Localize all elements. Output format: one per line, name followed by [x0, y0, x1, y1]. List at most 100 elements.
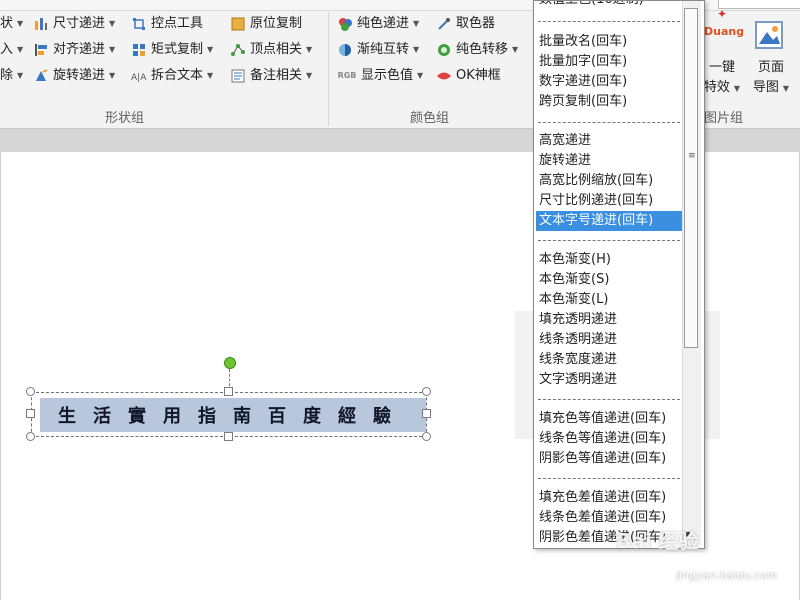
menu-item-gradient-s[interactable]: 本色渐变(S)	[536, 270, 687, 290]
dropdown-arrow-icon: ▼	[207, 71, 214, 80]
size-icon	[33, 16, 49, 32]
menu-item-batch-add-text[interactable]: 批量加字(回车)	[536, 52, 687, 72]
align-icon	[33, 42, 49, 58]
one-click-effects-button[interactable]: 一键 特效 ▼	[700, 58, 744, 99]
ribbon-item-label: 显示色值	[361, 68, 414, 83]
page-image-label-line2: 导图	[752, 80, 779, 95]
ribbon-item-label: 入	[0, 42, 14, 57]
resize-handle-bottom[interactable]	[224, 432, 233, 441]
matrix-copy-button[interactable]: 矩式复制 ▼	[131, 39, 213, 61]
menu-item-gradient-h[interactable]: 本色渐变(H)	[536, 250, 687, 270]
menu-item-line-transparency[interactable]: 线条透明递进	[536, 330, 687, 350]
menu-item-cross-page-copy[interactable]: 跨页复制(回车)	[536, 92, 687, 112]
split-text-button[interactable]: A|A 拆合文本 ▼	[131, 65, 213, 87]
menu-item-size-step[interactable]: 高宽递进	[536, 131, 687, 151]
menu-item-rotate-step[interactable]: 旋转递进	[536, 151, 687, 171]
menu-item-font-size-step[interactable]: 文本字号递进(回车)	[536, 211, 687, 231]
dropdown-arrow-icon: ▼	[306, 71, 313, 80]
dropdown-arrow-icon: ▼	[17, 19, 24, 28]
ribbon-item-label: 原位复制	[250, 16, 303, 31]
ribbon-item-label: 对齐递进	[53, 42, 106, 57]
resize-handle-bottom-left[interactable]	[26, 432, 35, 441]
dropdown-arrow-icon: ▼	[109, 71, 116, 80]
ribbon-item-cut-2[interactable]: 入 ▼	[0, 39, 23, 61]
menu-item-fill-transparency[interactable]: 填充透明递进	[536, 310, 687, 330]
color-transfer-button[interactable]: 纯色转移 ▼	[436, 39, 518, 61]
menu-item-text-transparency[interactable]: 文字透明递进	[536, 370, 687, 390]
ribbon-item-label: 渐纯互转	[357, 42, 410, 57]
copy-in-place-icon	[230, 16, 246, 32]
menu-item-number-step[interactable]: 数字递进(回车)	[536, 72, 687, 92]
dropdown-arrow-icon: ▼	[413, 45, 420, 54]
menu-item-ratio-scale[interactable]: 高宽比例缩放(回车)	[536, 171, 687, 191]
ok-frame-button[interactable]: OK神框	[436, 65, 501, 87]
dropdown-arrow-icon: ▼	[306, 45, 313, 54]
dropdown-arrow-icon: ▼	[782, 84, 790, 93]
svg-text:A|A: A|A	[131, 73, 147, 83]
page-image-icon	[752, 20, 788, 54]
watermark-logo: Bai 经验	[616, 529, 699, 553]
menu-scrollbar-thumb[interactable]	[684, 8, 698, 348]
resize-handle-top-left[interactable]	[26, 387, 35, 396]
gradient-icon	[337, 42, 353, 58]
rgb-icon: RGB	[337, 71, 357, 80]
resize-handle-left[interactable]	[26, 409, 35, 418]
selection-border	[31, 392, 427, 437]
notes-button[interactable]: 备注相关 ▼	[230, 65, 312, 87]
rotate-step-button[interactable]: 旋转递进 ▼	[33, 65, 115, 87]
menu-separator	[538, 240, 680, 241]
menu-item-batch-rename[interactable]: 批量改名(回车)	[536, 32, 687, 52]
ok-frame-icon	[436, 68, 452, 84]
dropdown-arrow-icon: ▼	[109, 19, 116, 28]
dropdown-arrow-icon: ▼	[207, 45, 214, 54]
resize-handle-top[interactable]	[224, 387, 233, 396]
notes-icon	[230, 68, 246, 84]
resize-handle-top-right[interactable]	[422, 387, 431, 396]
resize-handle-right[interactable]	[422, 409, 431, 418]
menu-item-shadow-equal-step[interactable]: 阴影色等值递进(回车)	[536, 449, 687, 469]
menu-item-line-equal-step[interactable]: 线条色等值递进(回车)	[536, 429, 687, 449]
scroll-grip-icon: ≡	[688, 151, 696, 161]
gradient-convert-button[interactable]: 渐纯互转 ▼	[337, 39, 419, 61]
ribbon-item-label: 纯色转移	[456, 42, 509, 57]
menu-separator	[538, 122, 680, 123]
menu-item-size-ratio-step[interactable]: 尺寸比例递进(回车)	[536, 191, 687, 211]
menu-item-gradient-l[interactable]: 本色渐变(L)	[536, 290, 687, 310]
ribbon-item-cut-3[interactable]: 除 ▼	[0, 65, 23, 87]
menu-item-fill-diff-step[interactable]: 填充色差值递进(回车)	[536, 488, 687, 508]
dropdown-arrow-icon: ▼	[109, 45, 116, 54]
color-step-icon	[337, 16, 353, 32]
align-step-button[interactable]: 对齐递进 ▼	[33, 39, 115, 61]
menu-item-fill-equal-step[interactable]: 填充色等值递进(回车)	[536, 409, 687, 429]
page-image-button[interactable]: 页面 导图 ▼	[748, 58, 794, 99]
resize-handle-bottom-right[interactable]	[422, 432, 431, 441]
color-transfer-icon	[436, 42, 452, 58]
copy-in-place-button[interactable]: 原位复制	[230, 13, 302, 35]
duang-logo: Duang	[704, 22, 744, 42]
group-label-shape: 形状组	[105, 111, 145, 126]
dropdown-arrow-icon: ▼	[17, 45, 24, 54]
color-step-button[interactable]: 纯色递进 ▼	[337, 13, 419, 35]
menu-item-hex-color[interactable]: 数值上色(16进制)	[536, 1, 687, 10]
split-text-icon: A|A	[131, 68, 147, 84]
rotate-handle[interactable]	[224, 357, 236, 369]
handle-tool-button[interactable]: 控点工具	[131, 13, 203, 35]
ribbon-item-cut-1[interactable]: 状 ▼	[0, 13, 23, 35]
group-separator	[328, 12, 329, 126]
show-color-value-button[interactable]: RGB 显示色值 ▼	[337, 65, 424, 87]
vertex-icon	[230, 42, 246, 58]
ribbon-search-box[interactable]	[718, 0, 800, 9]
eyedropper-button[interactable]: 取色器	[436, 13, 495, 35]
dropdown-menu: 数值上色(16进制) 批量改名(回车) 批量加字(回车) 数字递进(回车) 跨页…	[533, 0, 705, 549]
watermark-url: jingyan.baidu.com	[676, 569, 778, 582]
vertex-button[interactable]: 顶点相关 ▼	[230, 39, 312, 61]
size-step-button[interactable]: 尺寸递进 ▼	[33, 13, 115, 35]
menu-separator	[538, 21, 680, 22]
ribbon-item-label: 纯色递进	[357, 16, 410, 31]
group-label-color: 颜色组	[410, 111, 450, 126]
page-image-label-line2-wrap: 导图 ▼	[748, 78, 794, 99]
dropdown-arrow-icon: ▼	[512, 45, 519, 54]
ribbon-item-label: 旋转递进	[53, 68, 106, 83]
menu-item-line-width[interactable]: 线条宽度递进	[536, 350, 687, 370]
dropdown-arrow-icon: ▼	[733, 84, 741, 93]
